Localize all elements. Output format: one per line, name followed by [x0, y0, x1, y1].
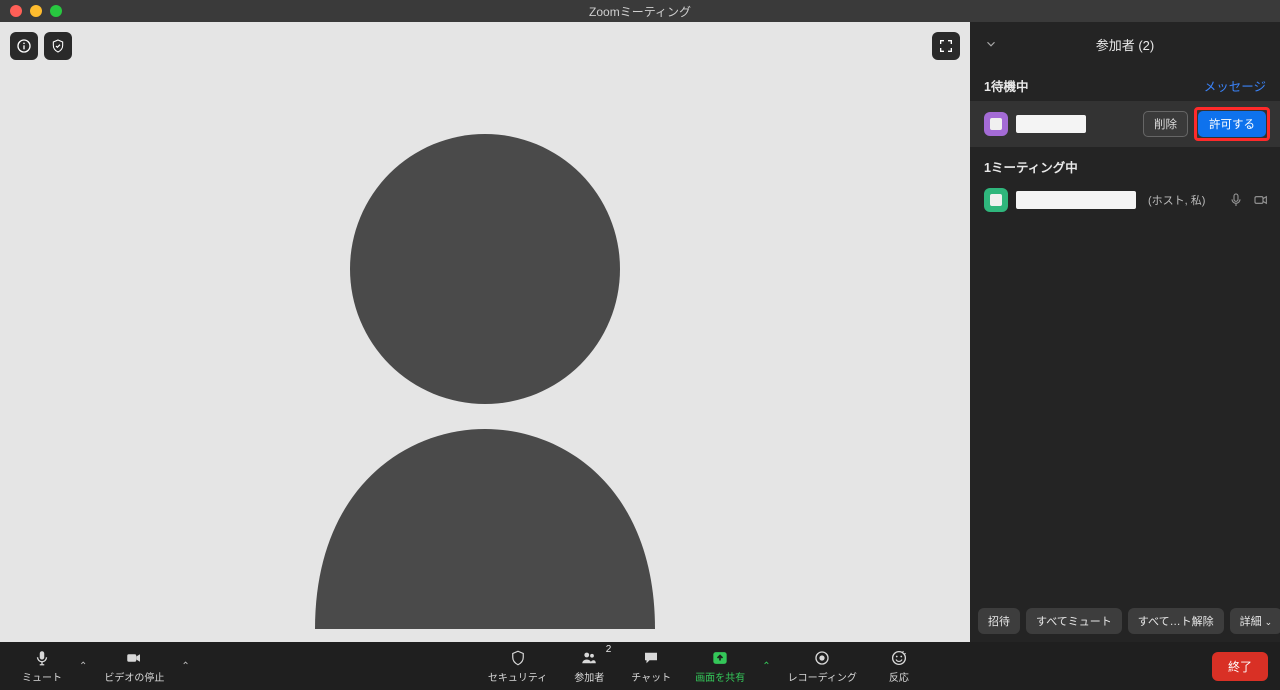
share-screen-button[interactable]: 画面を共有	[685, 646, 755, 686]
share-screen-icon	[710, 648, 730, 668]
invite-button[interactable]: 招待	[978, 608, 1020, 634]
participants-label: 参加者	[574, 669, 604, 684]
avatar-placeholder	[255, 109, 715, 629]
participant-meta: (ホスト, 私)	[1148, 192, 1205, 208]
panel-title: 参加者 (2)	[1096, 35, 1155, 54]
participants-panel: 参加者 (2) 1待機中 メッセージ 削除 許可する 1ミーティング中 (ホスト…	[970, 22, 1280, 642]
meeting-toolbar: ミュート ⌃ ビデオの停止 ⌃ セキュリティ 2 参加者 チャット 画面を共有 …	[0, 642, 1280, 690]
panel-header: 参加者 (2)	[970, 22, 1280, 66]
share-options-caret[interactable]: ⌃	[759, 661, 773, 672]
chat-label: チャット	[631, 669, 671, 684]
chat-button[interactable]: チャット	[621, 646, 681, 686]
meeting-info-button[interactable]	[10, 32, 38, 60]
admit-highlight: 許可する	[1194, 107, 1270, 141]
shield-check-icon	[50, 38, 66, 54]
fullscreen-button[interactable]	[932, 32, 960, 60]
in-meeting-header: 1ミーティング中	[970, 147, 1280, 182]
recording-button[interactable]: レコーディング	[778, 646, 867, 686]
video-icon	[124, 649, 144, 667]
waiting-participant-row[interactable]: 削除 許可する	[970, 101, 1280, 147]
unmute-all-button[interactable]: すべて…ト解除	[1128, 608, 1224, 634]
participants-button[interactable]: 2 参加者	[561, 646, 617, 686]
shield-icon	[509, 649, 527, 667]
participants-count: 2	[606, 644, 612, 655]
waiting-room-label: 1待機中	[984, 76, 1028, 95]
more-button[interactable]: 詳細⌄	[1230, 608, 1280, 634]
reactions-button[interactable]: 反応	[871, 646, 927, 686]
stop-video-button[interactable]: ビデオの停止	[94, 646, 174, 686]
remove-button[interactable]: 削除	[1143, 111, 1188, 137]
reactions-label: 反応	[889, 669, 909, 684]
waiting-room-header: 1待機中 メッセージ	[970, 66, 1280, 101]
smile-icon	[890, 649, 908, 667]
stop-video-label: ビデオの停止	[104, 669, 164, 684]
in-meeting-label: 1ミーティング中	[984, 157, 1078, 176]
security-button[interactable]: セキュリティ	[478, 646, 557, 686]
panel-collapse-button[interactable]	[984, 37, 998, 51]
fullscreen-icon	[938, 38, 954, 54]
message-waiting-link[interactable]: メッセージ	[1204, 76, 1266, 95]
participant-name	[1016, 191, 1136, 209]
panel-footer: 招待 すべてミュート すべて…ト解除 詳細⌄	[970, 600, 1280, 642]
mute-all-button[interactable]: すべてミュート	[1026, 608, 1122, 634]
record-icon	[813, 649, 831, 667]
admit-button[interactable]: 許可する	[1198, 111, 1266, 137]
mute-label: ミュート	[22, 669, 62, 684]
people-icon	[578, 649, 600, 667]
microphone-icon	[1228, 192, 1244, 208]
camera-icon	[1252, 192, 1270, 208]
video-area	[0, 22, 970, 642]
avatar	[984, 188, 1008, 212]
recording-label: レコーディング	[788, 669, 857, 684]
share-screen-label: 画面を共有	[695, 669, 745, 684]
window-titlebar: Zoomミーティング	[0, 0, 1280, 22]
security-label: セキュリティ	[488, 669, 547, 684]
avatar	[984, 112, 1008, 136]
in-meeting-participant-row[interactable]: (ホスト, 私)	[970, 182, 1280, 218]
chevron-down-icon	[984, 37, 998, 51]
info-icon	[16, 38, 32, 54]
mute-button[interactable]: ミュート	[12, 646, 72, 686]
microphone-icon	[33, 649, 51, 667]
participant-name	[1016, 115, 1086, 133]
mute-options-caret[interactable]: ⌃	[76, 661, 90, 672]
chat-icon	[641, 649, 661, 667]
video-options-caret[interactable]: ⌃	[178, 661, 192, 672]
encryption-button[interactable]	[44, 32, 72, 60]
window-title: Zoomミーティング	[0, 3, 1280, 20]
end-meeting-button[interactable]: 終了	[1212, 652, 1268, 681]
